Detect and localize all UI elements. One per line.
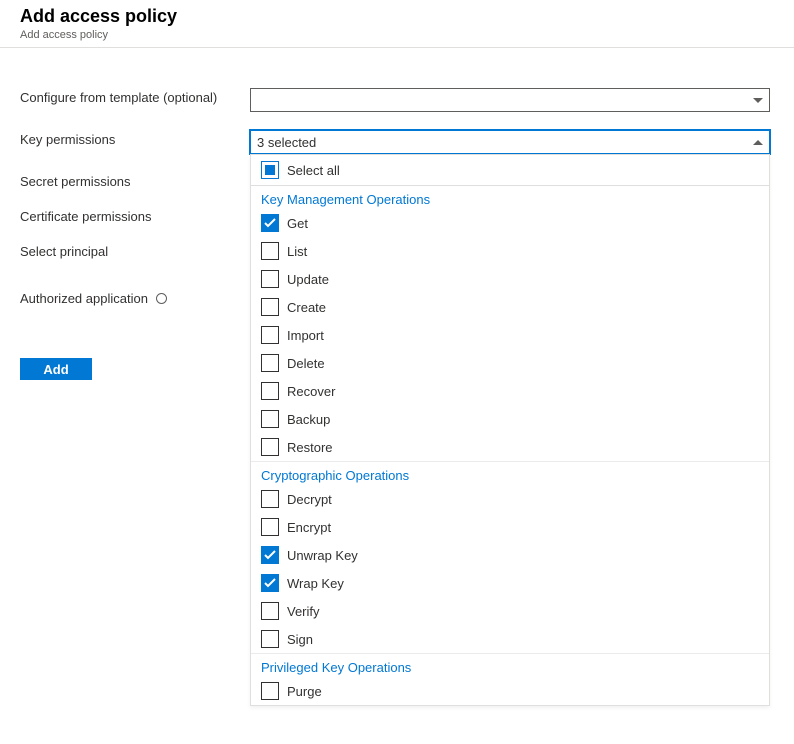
permission-label: Recover: [287, 384, 335, 399]
label-configure-template: Configure from template (optional): [20, 88, 250, 105]
permission-label: Verify: [287, 604, 320, 619]
permission-label: Create: [287, 300, 326, 315]
permission-checkbox[interactable]: [261, 214, 279, 232]
permission-label: List: [287, 244, 307, 259]
label-select-principal[interactable]: Select principal: [20, 242, 250, 259]
add-button[interactable]: Add: [20, 358, 92, 380]
label-secret-permissions[interactable]: Secret permissions: [20, 172, 250, 189]
permission-option[interactable]: Create: [251, 293, 769, 321]
permission-option[interactable]: Get: [251, 209, 769, 237]
permission-checkbox[interactable]: [261, 354, 279, 372]
select-all-label: Select all: [287, 163, 340, 178]
label-certificate-permissions[interactable]: Certificate permissions: [20, 207, 250, 224]
key-permissions-summary: 3 selected: [257, 135, 753, 150]
permission-option[interactable]: Update: [251, 265, 769, 293]
select-all-row[interactable]: Select all: [261, 161, 759, 179]
row-key-permissions: Key permissions 3 selected Select all Ke…: [20, 130, 774, 154]
form-area: Configure from template (optional) Key p…: [0, 48, 794, 418]
permission-option[interactable]: Encrypt: [251, 513, 769, 541]
permission-label: Backup: [287, 412, 330, 427]
permission-checkbox[interactable]: [261, 270, 279, 288]
permission-option[interactable]: Recover: [251, 377, 769, 405]
permission-option[interactable]: Purge: [251, 677, 769, 705]
configure-template-select[interactable]: [250, 88, 770, 112]
permission-label: Encrypt: [287, 520, 331, 535]
authorized-application-text: Authorized application: [20, 291, 148, 306]
permission-label: Get: [287, 216, 308, 231]
permission-label: Restore: [287, 440, 333, 455]
permission-checkbox[interactable]: [261, 298, 279, 316]
permission-option[interactable]: Verify: [251, 597, 769, 625]
permission-option[interactable]: Sign: [251, 625, 769, 653]
permission-checkbox[interactable]: [261, 382, 279, 400]
permission-option[interactable]: Unwrap Key: [251, 541, 769, 569]
permission-label: Sign: [287, 632, 313, 647]
permission-option[interactable]: Delete: [251, 349, 769, 377]
permission-option[interactable]: Import: [251, 321, 769, 349]
permission-checkbox[interactable]: [261, 546, 279, 564]
chevron-up-icon: [753, 140, 763, 145]
select-all-checkbox[interactable]: [261, 161, 279, 179]
permission-option[interactable]: List: [251, 237, 769, 265]
permission-label: Purge: [287, 684, 322, 699]
key-permissions-dropdown: Select all Key Management Operations Get L…: [250, 154, 770, 706]
page-header: Add access policy Add access policy: [0, 0, 794, 48]
permission-option[interactable]: Decrypt: [251, 485, 769, 513]
info-icon[interactable]: [156, 293, 167, 304]
chevron-down-icon: [753, 98, 763, 103]
permission-label: Decrypt: [287, 492, 332, 507]
row-configure-template: Configure from template (optional): [20, 88, 774, 112]
permission-checkbox[interactable]: [261, 242, 279, 260]
permission-option[interactable]: Backup: [251, 405, 769, 433]
label-key-permissions: Key permissions: [20, 130, 250, 147]
key-permissions-select[interactable]: 3 selected: [250, 130, 770, 154]
permission-option[interactable]: Wrap Key: [251, 569, 769, 597]
permission-checkbox[interactable]: [261, 602, 279, 620]
permission-label: Wrap Key: [287, 576, 344, 591]
label-authorized-application: Authorized application: [20, 289, 250, 306]
permission-label: Unwrap Key: [287, 548, 358, 563]
group-header: Privileged Key Operations: [251, 653, 769, 677]
permission-checkbox[interactable]: [261, 518, 279, 536]
breadcrumb: Add access policy: [20, 29, 774, 41]
permission-label: Delete: [287, 356, 325, 371]
permission-option[interactable]: Restore: [251, 433, 769, 461]
page-title: Add access policy: [20, 6, 774, 27]
group-header: Cryptographic Operations: [251, 461, 769, 485]
permission-checkbox[interactable]: [261, 326, 279, 344]
permission-checkbox[interactable]: [261, 490, 279, 508]
group-header: Key Management Operations: [251, 186, 769, 209]
permission-checkbox[interactable]: [261, 438, 279, 456]
permission-checkbox[interactable]: [261, 630, 279, 648]
permission-checkbox[interactable]: [261, 410, 279, 428]
permission-label: Import: [287, 328, 324, 343]
permission-checkbox[interactable]: [261, 682, 279, 700]
permission-checkbox[interactable]: [261, 574, 279, 592]
permission-label: Update: [287, 272, 329, 287]
